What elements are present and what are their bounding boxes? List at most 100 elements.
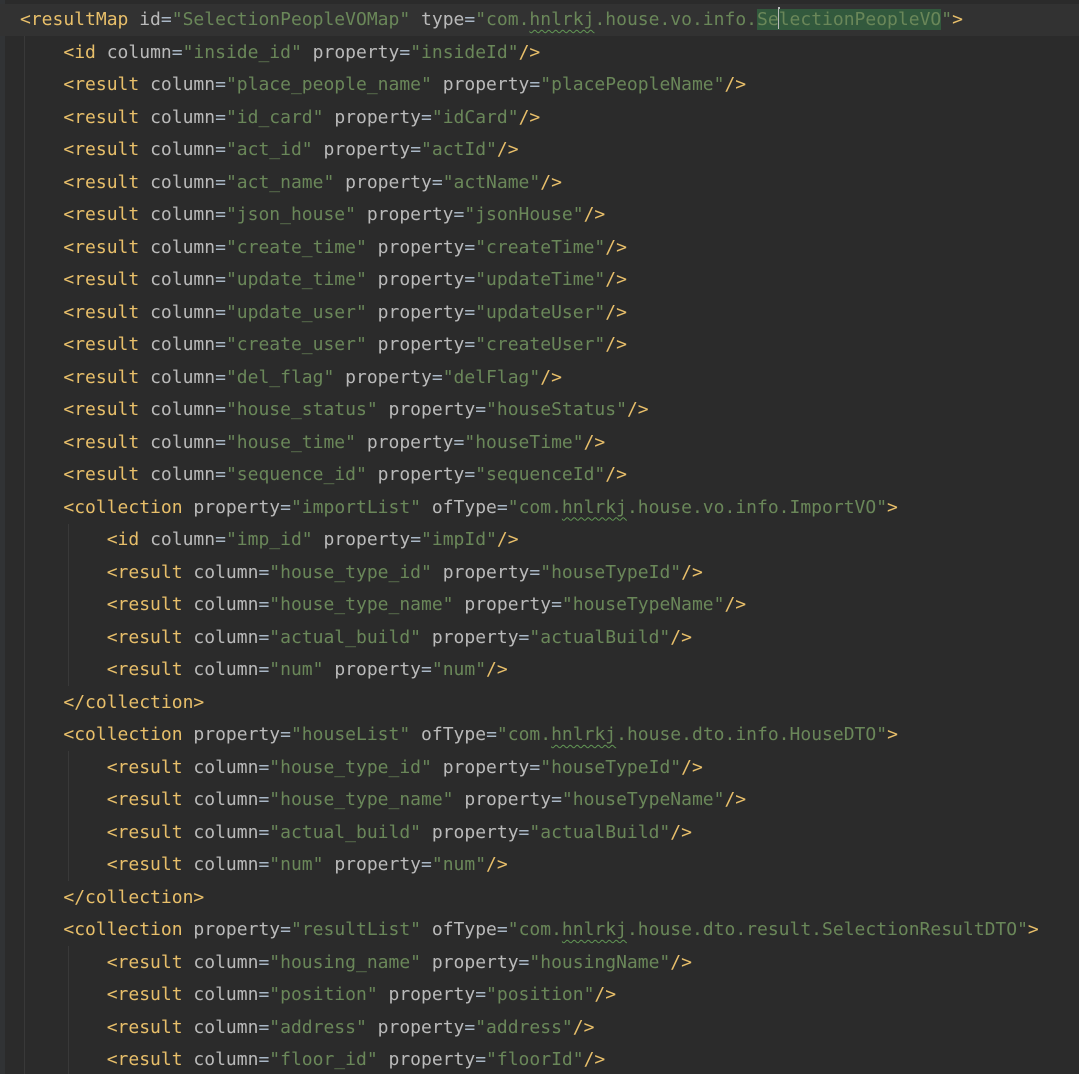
- xml-attribute-name: property: [377, 464, 465, 485]
- code-line[interactable]: <collection property="houseList" ofType=…: [20, 719, 1039, 752]
- xml-attribute-value: "idCard": [431, 106, 519, 128]
- code-line[interactable]: <result column="num" property="num"/>: [20, 654, 1039, 687]
- code-line[interactable]: <result column="place_people_name" prope…: [20, 69, 1039, 102]
- xml-attribute-name: property: [377, 269, 465, 290]
- xml-tag-name: <result: [106, 756, 183, 778]
- xml-attribute-value: "com.: [496, 724, 552, 745]
- xml-attribute-value: "actId": [421, 139, 497, 160]
- code-line[interactable]: <result column="house_type_id" property=…: [20, 752, 1039, 785]
- code-line[interactable]: <result column="actual_build" property="…: [20, 622, 1039, 655]
- equals-sign: =: [215, 171, 226, 193]
- xml-tag-close: />: [486, 854, 508, 875]
- xml-attribute-value: "house_type_id": [269, 756, 432, 778]
- code-line[interactable]: </collection>: [20, 687, 1039, 720]
- xml-tag-close: />: [605, 334, 627, 355]
- xml-tag-name: <resultMap: [20, 9, 129, 30]
- xml-attribute-value: "houseTypeName": [561, 789, 725, 810]
- code-text-area[interactable]: <resultMap id = "SelectionPeopleVOMap" typ…: [20, 4, 1039, 1074]
- code-line[interactable]: <result column="house_type_name" propert…: [20, 589, 1039, 622]
- equals-sign: =: [475, 1049, 487, 1070]
- xml-attribute-name: column: [150, 464, 216, 485]
- code-line[interactable]: <result column="floor_id" property="floo…: [20, 1044, 1039, 1074]
- xml-attribute-value: "actualBuild": [529, 821, 671, 843]
- code-line[interactable]: <result column="json_house" property="js…: [20, 199, 1039, 232]
- xml-attribute-name: id: [139, 9, 161, 30]
- code-line[interactable]: <id column="imp_id" property="impId"/>: [20, 524, 1039, 557]
- xml-attribute-value: "update_time": [225, 269, 367, 290]
- xml-tag-close: >: [193, 886, 205, 908]
- code-line[interactable]: </collection>: [20, 882, 1039, 915]
- xml-attribute-name: property: [442, 74, 530, 95]
- code-line[interactable]: <result column="del_flag" property="delF…: [20, 362, 1039, 395]
- xml-tag-name: <result: [106, 984, 183, 1005]
- code-line[interactable]: <result column="address" property="addre…: [20, 1012, 1039, 1045]
- code-line[interactable]: <result column="actual_build" property="…: [20, 817, 1039, 850]
- xml-attribute-name: column: [193, 1016, 259, 1038]
- xml-attribute-value: "house_status": [225, 399, 378, 420]
- code-editor[interactable]: <resultMap id = "SelectionPeopleVOMap" typ…: [0, 0, 1079, 1074]
- xml-tag-name: <result: [106, 789, 183, 810]
- xml-tag-close: />: [724, 74, 747, 95]
- code-line[interactable]: <result column="position" property="posi…: [20, 979, 1039, 1012]
- code-line[interactable]: <result column="act_id" property="actId"…: [20, 134, 1039, 167]
- code-line[interactable]: <result column="housing_name" property="…: [20, 947, 1039, 980]
- xml-attribute-value: hnlrkj: [561, 496, 627, 518]
- code-line[interactable]: <result column="house_type_id" property=…: [20, 557, 1039, 590]
- code-line[interactable]: <result column="house_time" property="ho…: [20, 427, 1039, 460]
- equals-sign: =: [258, 659, 270, 680]
- code-line[interactable]: <resultMap id="SelectionPeopleVOMap" typ…: [20, 4, 1039, 37]
- xml-attribute-value: "updateUser": [475, 301, 606, 323]
- code-line[interactable]: <result column="update_user" property="u…: [20, 297, 1039, 330]
- code-line[interactable]: <result column="id_card" property="idCar…: [20, 102, 1039, 135]
- equals-sign: =: [518, 821, 530, 843]
- code-line[interactable]: <result column="num" property="num"/>: [20, 849, 1039, 882]
- equals-sign: =: [215, 366, 226, 388]
- equals-sign: =: [258, 789, 270, 810]
- code-line[interactable]: <collection property="importList" ofType…: [20, 492, 1039, 525]
- equals-sign: =: [258, 854, 270, 875]
- xml-tag-name: <result: [106, 626, 183, 648]
- code-line[interactable]: <result column="house_status" property="…: [20, 394, 1039, 427]
- xml-tag-name: <result: [106, 1049, 183, 1070]
- xml-attribute-value: "housingName": [529, 951, 671, 973]
- xml-tag-close: >: [887, 724, 898, 745]
- code-line[interactable]: <result column="create_user" property="c…: [20, 329, 1039, 362]
- xml-attribute-value: hnlrkj: [551, 724, 617, 745]
- code-line[interactable]: <result column="create_time" property="c…: [20, 232, 1039, 265]
- code-line[interactable]: <result column="house_type_name" propert…: [20, 784, 1039, 817]
- code-line[interactable]: <result column="act_name" property="actN…: [20, 167, 1039, 200]
- xml-attribute-value: "inside_id": [182, 41, 302, 63]
- code-line[interactable]: <collection property="resultList" ofType…: [20, 914, 1038, 947]
- xml-attribute-value: "address": [475, 1016, 573, 1038]
- code-line[interactable]: <result column="update_time" property="u…: [20, 264, 1039, 297]
- xml-attribute-name: column: [150, 74, 216, 95]
- equals-sign: =: [431, 366, 443, 388]
- code-line[interactable]: <result column="sequence_id" property="s…: [20, 459, 1039, 492]
- equals-sign: =: [421, 854, 432, 875]
- code-line[interactable]: <id column="inside_id" property="insideI…: [20, 37, 1039, 70]
